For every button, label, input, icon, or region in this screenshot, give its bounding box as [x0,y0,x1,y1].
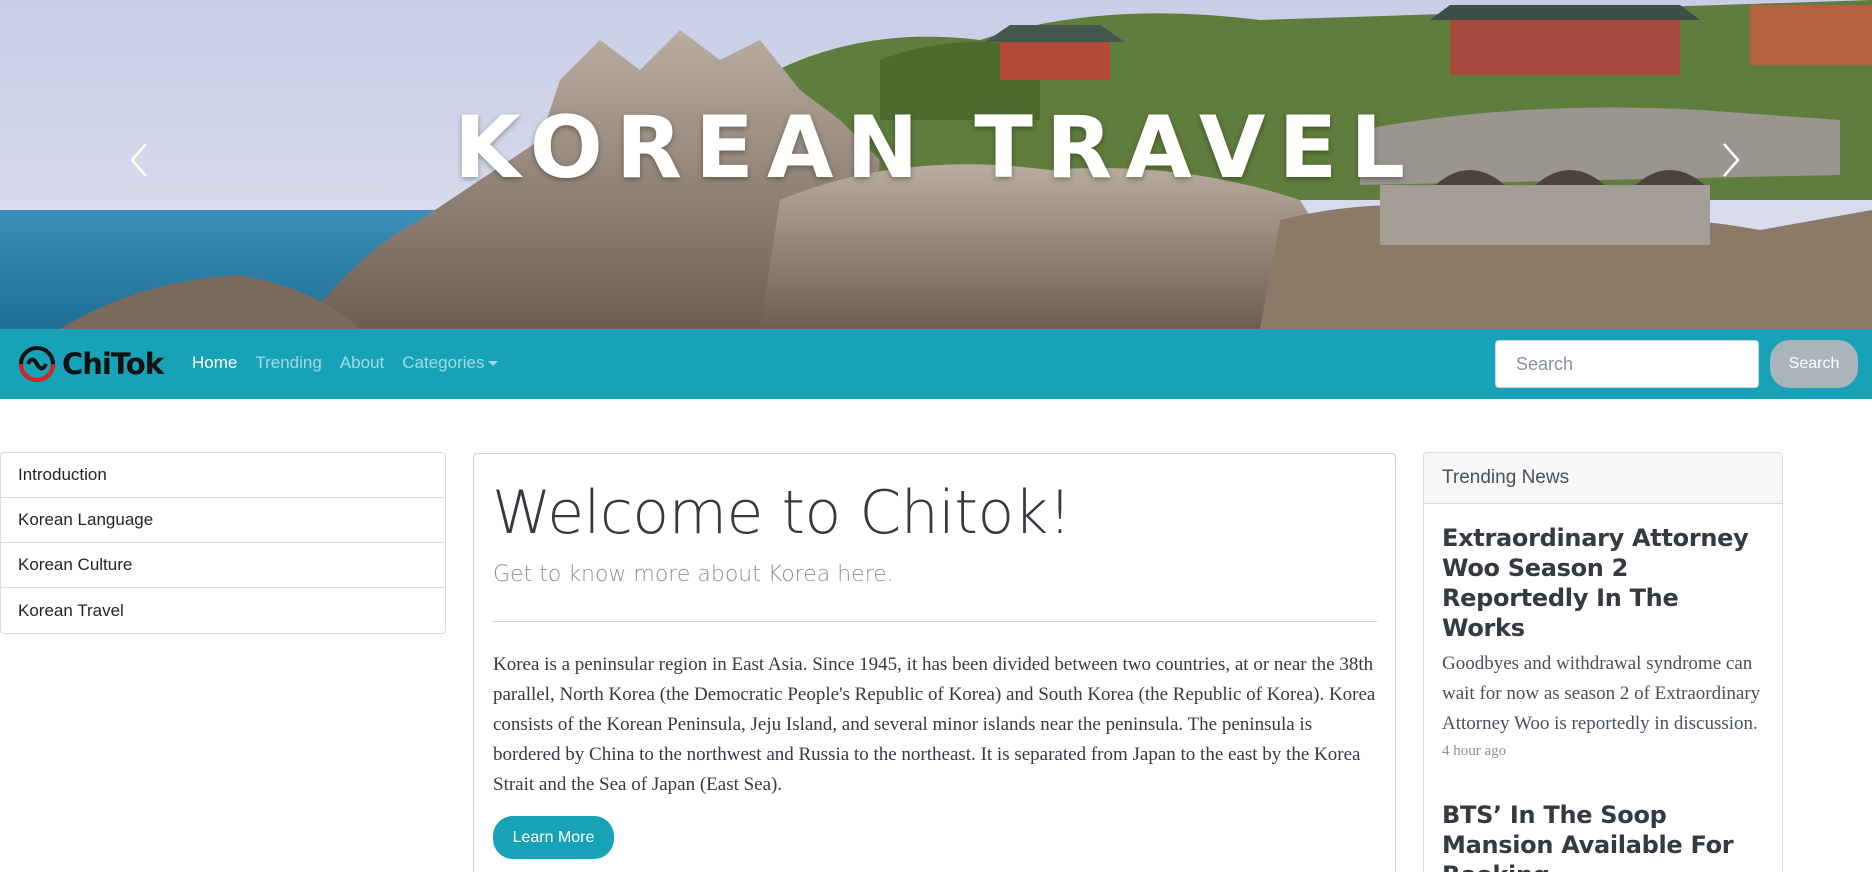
sidebar-item-korean-culture[interactable]: Korean Culture [1,543,445,588]
hero-title: KOREAN TRAVEL [453,98,1419,198]
carousel-next-button[interactable] [1718,140,1742,180]
sidebar-list: Introduction Korean Language Korean Cult… [0,452,446,634]
news-title[interactable]: BTS’ In The Soop Mansion Available For B… [1442,800,1764,872]
brand-name: ChiTok [62,347,164,381]
chevron-right-icon [1723,143,1740,177]
trending-news-card: Trending News Extraordinary Attorney Woo… [1423,452,1783,872]
nav-categories-dropdown[interactable]: Categories [402,353,499,373]
carousel-prev-button[interactable] [128,140,152,180]
caret-down-icon [488,361,499,367]
news-item: BTS’ In The Soop Mansion Available For B… [1424,760,1782,872]
sidebar-item-korean-travel[interactable]: Korean Travel [1,588,445,633]
page-title: Welcome to Chitok! [492,478,1072,548]
news-description: Goodbyes and withdrawal syndrome can wai… [1442,653,1761,734]
nav-categories-label: Categories [402,353,485,372]
news-title[interactable]: Extraordinary Attorney Woo Season 2 Repo… [1442,523,1764,643]
nav-about[interactable]: About [340,353,384,373]
news-timestamp: 4 hour ago [1442,743,1507,759]
chevron-left-icon [130,143,147,177]
trending-header: Trending News [1424,453,1782,504]
navbar: ChiTok Home Trending About Categories Se… [0,329,1872,399]
nav-home[interactable]: Home [192,353,237,373]
search-input[interactable] [1495,340,1759,388]
sidebar-item-korean-language[interactable]: Korean Language [1,498,445,543]
nav-links: Home Trending About Categories [192,353,499,373]
learn-more-button[interactable]: Learn More [493,816,614,859]
divider [493,621,1377,622]
page-subtitle: Get to know more about Korea here. [493,562,894,587]
news-item: Extraordinary Attorney Woo Season 2 Repo… [1424,504,1782,760]
nav-trending[interactable]: Trending [255,353,321,373]
welcome-card: Welcome to Chitok! Get to know more abou… [473,453,1396,872]
hero-carousel: KOREAN TRAVEL [0,0,1872,329]
brand-logo[interactable]: ChiTok [18,343,164,385]
intro-paragraph: Korea is a peninsular region in East Asi… [493,654,1376,795]
sidebar-item-introduction[interactable]: Introduction [1,453,445,498]
chitok-logo-icon [19,346,55,382]
search-button[interactable]: Search [1770,340,1858,388]
